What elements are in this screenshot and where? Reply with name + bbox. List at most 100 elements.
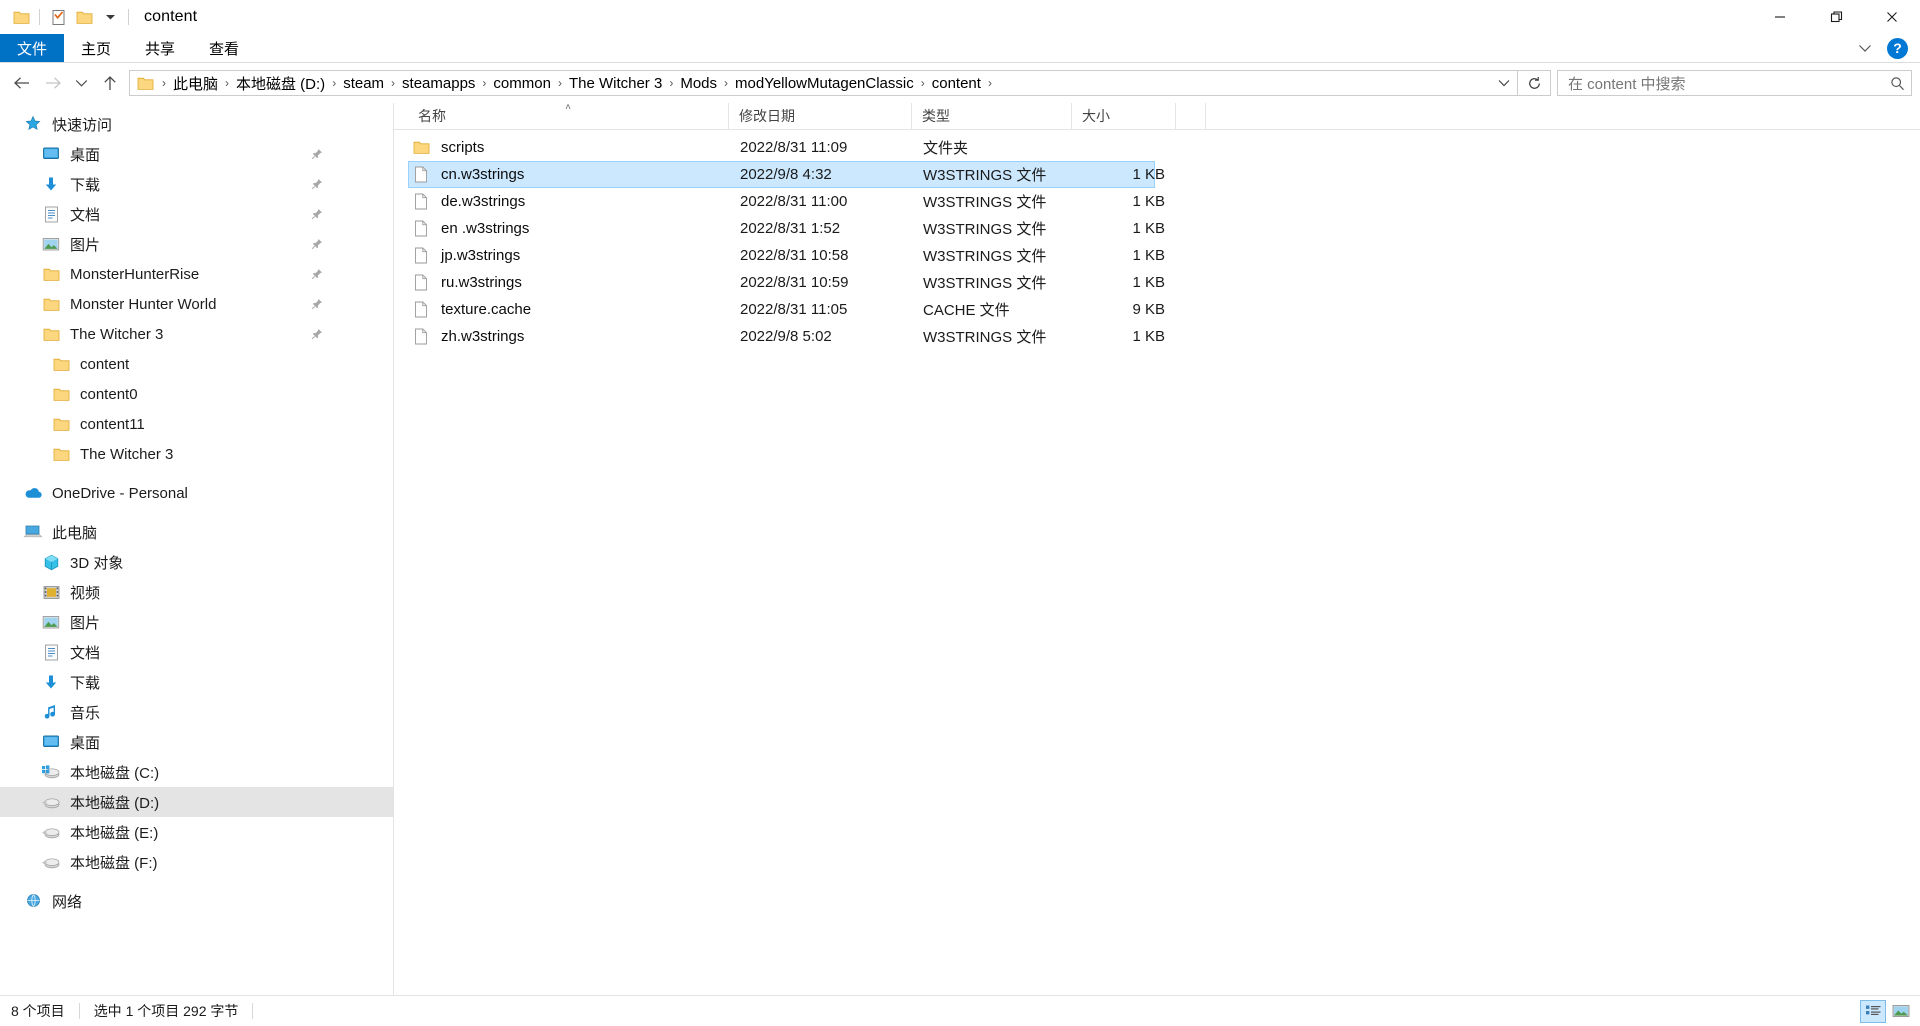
sidebar-item-the-witcher-3-sub[interactable]: The Witcher 3: [0, 439, 393, 469]
pin-icon[interactable]: [311, 238, 323, 250]
chevron-down-icon[interactable]: [1851, 35, 1879, 61]
column-header-type[interactable]: 类型: [912, 103, 1072, 129]
sidebar-item-onedrive[interactable]: OneDrive - Personal: [0, 478, 393, 508]
maximize-button[interactable]: [1808, 0, 1864, 34]
sidebar-item-desktop-pc[interactable]: 桌面: [0, 727, 393, 757]
file-name-cell[interactable]: texture.cache: [409, 301, 730, 318]
sidebar-item-content11[interactable]: content11: [0, 409, 393, 439]
file-name-cell[interactable]: scripts: [409, 139, 730, 156]
breadcrumb-separator[interactable]: ›: [721, 76, 731, 90]
file-date: 2022/8/31 1:52: [740, 220, 841, 237]
sidebar-item-pictures[interactable]: 图片: [0, 229, 393, 259]
sidebar-item-network[interactable]: 网络: [0, 886, 393, 916]
breadcrumb-item-content[interactable]: content: [928, 75, 985, 92]
table-row[interactable]: jp.w3strings 2022/8/31 10:58 W3STRINGS 文…: [408, 242, 1165, 269]
breadcrumb-separator[interactable]: ›: [388, 76, 398, 90]
table-row[interactable]: en .w3strings 2022/8/31 1:52 W3STRINGS 文…: [408, 215, 1165, 242]
breadcrumb-separator[interactable]: ›: [666, 76, 676, 90]
file-type: W3STRINGS 文件: [923, 167, 1047, 184]
sidebar-item-documents[interactable]: 文档: [0, 199, 393, 229]
sidebar-item-content0[interactable]: content0: [0, 379, 393, 409]
breadcrumb-bar[interactable]: › 此电脑 › 本地磁盘 (D:) › steam › steamapps › …: [129, 70, 1518, 96]
pin-icon[interactable]: [311, 148, 323, 160]
pin-icon[interactable]: [311, 178, 323, 190]
sidebar-item-3d-objects[interactable]: 3D 对象: [0, 547, 393, 577]
large-icons-view-icon[interactable]: [1888, 1000, 1914, 1023]
back-button[interactable]: [6, 68, 37, 98]
breadcrumb-separator[interactable]: ›: [159, 76, 169, 90]
breadcrumb-item-drive-d[interactable]: 本地磁盘 (D:): [232, 73, 329, 94]
sidebar-item-the-witcher-3[interactable]: The Witcher 3: [0, 319, 393, 349]
breadcrumb-item-modyellowmutagenclassic[interactable]: modYellowMutagenClassic: [731, 75, 918, 92]
breadcrumb-item-steam[interactable]: steam: [339, 75, 388, 92]
recent-locations-button[interactable]: [68, 68, 94, 98]
file-name-cell[interactable]: cn.w3strings: [409, 166, 730, 183]
breadcrumb-separator[interactable]: ›: [985, 76, 998, 90]
sidebar-item-documents-pc[interactable]: 文档: [0, 637, 393, 667]
quick-access-dropdown-icon[interactable]: [97, 4, 123, 30]
pin-icon[interactable]: [311, 328, 323, 340]
sidebar-item-videos[interactable]: 视频: [0, 577, 393, 607]
sidebar-item-downloads[interactable]: 下载: [0, 169, 393, 199]
table-row[interactable]: ru.w3strings 2022/8/31 10:59 W3STRINGS 文…: [408, 269, 1165, 296]
folder-icon[interactable]: [8, 4, 34, 30]
breadcrumb-separator[interactable]: ›: [555, 76, 565, 90]
column-header-name[interactable]: ˄ 名称: [408, 103, 729, 129]
tab-home[interactable]: 主页: [64, 34, 128, 62]
sidebar-item-music[interactable]: 音乐: [0, 697, 393, 727]
search-icon[interactable]: [1890, 76, 1905, 91]
sidebar-item-desktop[interactable]: 桌面: [0, 139, 393, 169]
sidebar-item-local-disk-d[interactable]: 本地磁盘 (D:): [0, 787, 393, 817]
sidebar-item-quick-access[interactable]: 快速访问: [0, 109, 393, 139]
table-row[interactable]: zh.w3strings 2022/9/8 5:02 W3STRINGS 文件 …: [408, 323, 1165, 350]
breadcrumb-item-common[interactable]: common: [489, 75, 555, 92]
column-header-size[interactable]: 大小: [1072, 103, 1176, 129]
minimize-button[interactable]: [1752, 0, 1808, 34]
forward-button[interactable]: [37, 68, 68, 98]
breadcrumb-dropdown-icon[interactable]: [1491, 71, 1517, 95]
new-folder-icon[interactable]: [71, 4, 97, 30]
sidebar-item-this-pc[interactable]: 此电脑: [0, 517, 393, 547]
breadcrumb-item-thispc[interactable]: 此电脑: [169, 73, 222, 94]
pin-icon[interactable]: [311, 268, 323, 280]
tab-share[interactable]: 共享: [128, 34, 192, 62]
sidebar-item-local-disk-f[interactable]: 本地磁盘 (F:): [0, 847, 393, 877]
table-row[interactable]: texture.cache 2022/8/31 11:05 CACHE 文件 9…: [408, 296, 1165, 323]
pin-icon[interactable]: [311, 208, 323, 220]
sidebar-item-monsterhunterrise[interactable]: MonsterHunterRise: [0, 259, 393, 289]
sidebar-item-local-disk-e[interactable]: 本地磁盘 (E:): [0, 817, 393, 847]
table-row[interactable]: cn.w3strings 2022/9/8 4:32 W3STRINGS 文件 …: [408, 161, 1165, 188]
pin-icon[interactable]: [311, 298, 323, 310]
breadcrumb-item-mods[interactable]: Mods: [676, 75, 721, 92]
breadcrumb-separator[interactable]: ›: [222, 76, 232, 90]
file-name-cell[interactable]: ru.w3strings: [409, 274, 730, 291]
tab-file[interactable]: 文件: [0, 34, 65, 62]
refresh-button[interactable]: [1518, 70, 1551, 96]
table-row[interactable]: de.w3strings 2022/8/31 11:00 W3STRINGS 文…: [408, 188, 1165, 215]
sidebar-item-pictures-pc[interactable]: 图片: [0, 607, 393, 637]
column-header-date[interactable]: 修改日期: [729, 103, 912, 129]
search-box[interactable]: 在 content 中搜索: [1557, 70, 1912, 96]
search-input[interactable]: 在 content 中搜索: [1568, 73, 1890, 94]
breadcrumb-separator[interactable]: ›: [329, 76, 339, 90]
breadcrumb-item-the-witcher-3[interactable]: The Witcher 3: [565, 75, 666, 92]
file-name-cell[interactable]: zh.w3strings: [409, 328, 730, 345]
breadcrumb-item-steamapps[interactable]: steamapps: [398, 75, 479, 92]
up-button[interactable]: [94, 68, 125, 98]
properties-icon[interactable]: [45, 4, 71, 30]
file-name-cell[interactable]: de.w3strings: [409, 193, 730, 210]
sidebar-item-monster-hunter-world[interactable]: Monster Hunter World: [0, 289, 393, 319]
help-icon[interactable]: ?: [1887, 37, 1908, 59]
close-button[interactable]: [1864, 0, 1920, 34]
table-row[interactable]: scripts 2022/8/31 11:09 文件夹: [408, 134, 1155, 161]
file-name-cell[interactable]: jp.w3strings: [409, 247, 730, 264]
breadcrumb-separator[interactable]: ›: [479, 76, 489, 90]
sidebar-item-local-disk-c[interactable]: 本地磁盘 (C:): [0, 757, 393, 787]
navigation-pane[interactable]: 快速访问 桌面 下载 文档 图片 MonsterHunterRise Monst…: [0, 103, 394, 995]
breadcrumb-separator[interactable]: ›: [918, 76, 928, 90]
sidebar-item-downloads-pc[interactable]: 下载: [0, 667, 393, 697]
tab-view[interactable]: 查看: [192, 34, 256, 62]
sidebar-item-content[interactable]: content: [0, 349, 393, 379]
file-name-cell[interactable]: en .w3strings: [409, 220, 730, 237]
details-view-icon[interactable]: [1860, 999, 1886, 1023]
